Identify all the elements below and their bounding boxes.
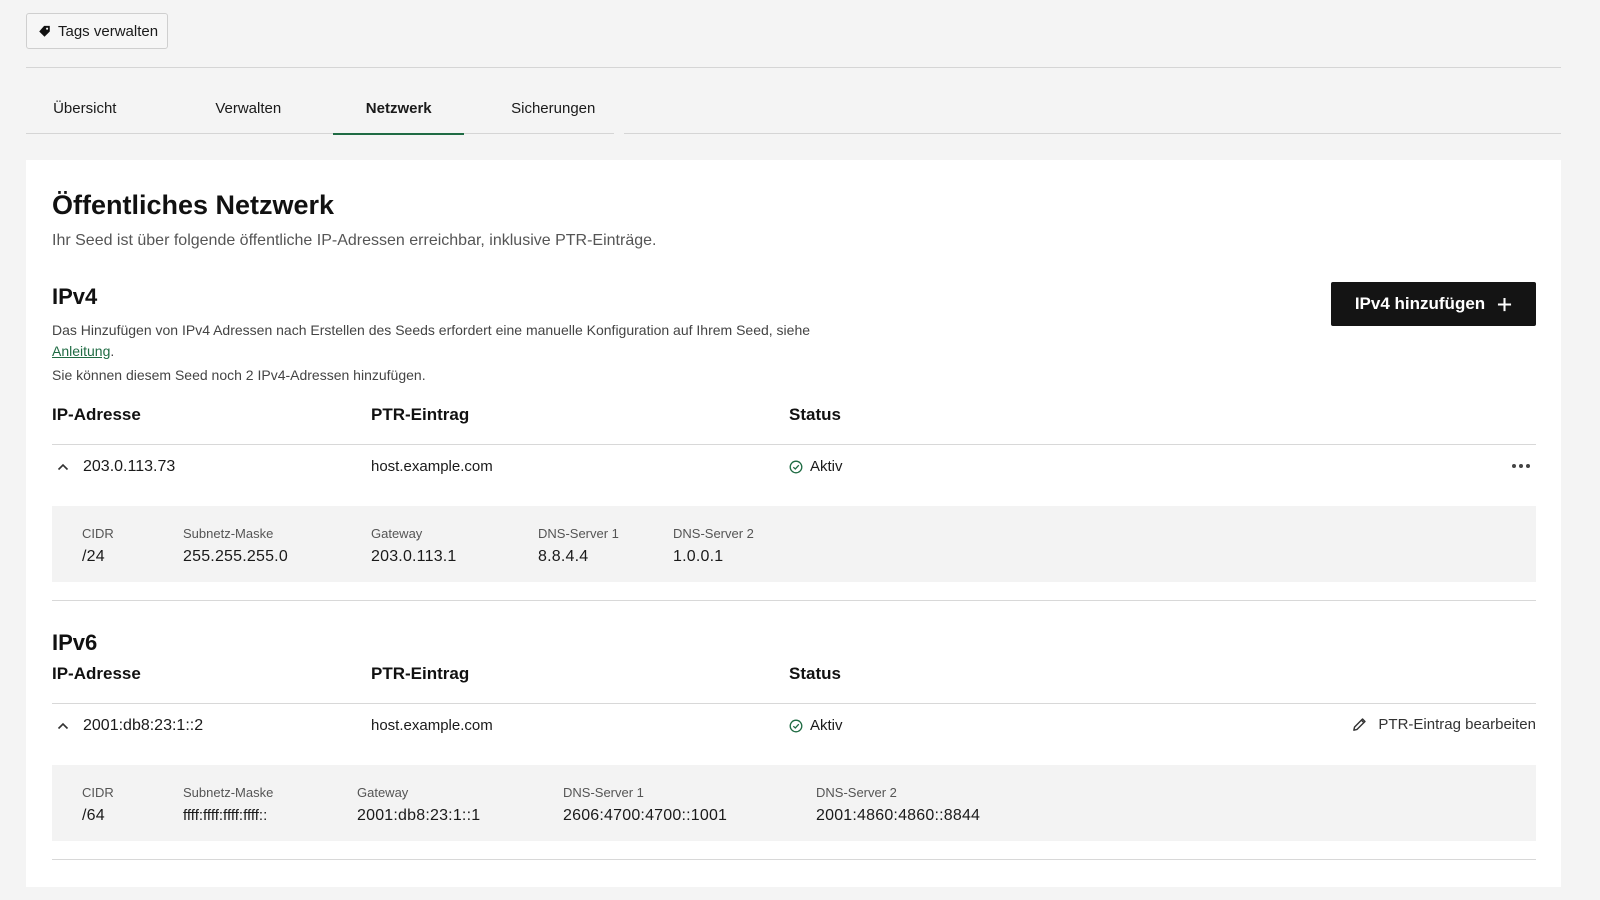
tags-manage-label: Tags verwalten [58,22,159,40]
ipv6-subnet-label: Subnetz-Maske [183,785,274,800]
page-subtitle: Ihr Seed ist über folgende öffentliche I… [52,232,657,249]
ipv6-ptr-value: host.example.com [371,717,493,734]
ipv6-status-text: Aktiv [810,717,843,734]
plus-icon [1498,297,1512,311]
ipv4-address: 203.0.113.73 [83,458,176,475]
add-ipv4-label: IPv4 hinzufügen [1354,294,1486,313]
ipv6-dns2-value: 2001:4860:4860::8844 [816,807,981,824]
section-divider [52,600,1536,601]
ipv4-status-text: Aktiv [810,458,843,475]
ipv6-row-toggle[interactable] [56,719,70,738]
ipv4-dns1-value: 8.8.4.4 [538,548,589,565]
ipv6-dns1-value: 2606:4700:4700::1001 [563,807,728,824]
ipv4-header-divider [52,444,1536,445]
ipv6-header-divider [52,703,1536,704]
ipv6-col-status: Status [789,664,841,683]
check-circle-icon [789,719,803,732]
ipv4-details: CIDR /24 Subnetz-Maske 255.255.255.0 Gat… [52,506,1536,582]
tab-backups[interactable]: Sicherungen [492,90,614,134]
ipv4-dns2-label: DNS-Server 2 [673,526,754,541]
tab-manage[interactable]: Verwalten [166,90,331,134]
ipv6-address: 2001:db8:23:1::2 [83,717,204,734]
ipv4-col-ptr: PTR-Eintrag [371,405,470,424]
ipv6-col-ptr: PTR-Eintrag [371,664,470,683]
pencil-icon [1353,718,1367,731]
page-title: Öffentliches Netzwerk [52,190,335,220]
tab-bar: Übersicht Verwalten Netzwerk Sicherungen [26,90,614,135]
chevron-up-icon [57,722,69,730]
ipv6-gateway-value: 2001:db8:23:1::1 [357,807,481,824]
ipv4-note: Das Hinzufügen von IPv4 Adressen nach Er… [52,320,932,362]
ipv6-gateway-label: Gateway [357,785,409,800]
ipv6-cidr-label: CIDR [82,785,114,800]
ipv4-gateway-label: Gateway [371,526,423,541]
ipv6-cidr-value: /64 [82,807,105,824]
ipv4-ptr-value: host.example.com [371,458,493,475]
ipv4-heading: IPv4 [52,284,98,309]
bottom-divider [52,859,1536,860]
ipv6-heading: IPv6 [52,630,98,655]
tab-overview-label: Übersicht [53,100,117,117]
ipv6-details: CIDR /64 Subnetz-Maske ffff:ffff:ffff:ff… [52,765,1536,841]
tab-backups-label: Sicherungen [511,100,596,117]
ipv6-dns1-label: DNS-Server 1 [563,785,644,800]
ipv6-status-badge: Aktiv [789,717,843,734]
ipv4-dns2-value: 1.0.0.1 [673,548,724,565]
guide-link[interactable]: Anleitung [52,343,110,359]
ipv4-remaining-text: Sie können diesem Seed noch 2 IPv4-Adres… [52,367,426,383]
header-divider [26,67,1561,68]
chevron-up-icon [57,463,69,471]
ipv4-row-toggle[interactable] [56,460,70,479]
tab-network[interactable]: Netzwerk [332,90,465,135]
ipv6-dns2-label: DNS-Server 2 [816,785,897,800]
ipv4-gateway-value: 203.0.113.1 [371,548,457,565]
ipv4-subnet-label: Subnetz-Maske [183,526,274,541]
edit-ptr-button[interactable]: PTR-Eintrag bearbeiten [1351,716,1536,733]
ipv4-dns1-label: DNS-Server 1 [538,526,619,541]
ipv4-col-status: Status [789,405,841,424]
tab-overview[interactable]: Übersicht [26,90,144,134]
ipv4-subnet-value: 255.255.255.0 [183,548,288,565]
ipv4-cidr-value: /24 [82,548,105,565]
check-circle-icon [789,460,803,473]
ipv4-status-badge: Aktiv [789,458,843,475]
tag-icon [39,25,50,37]
ipv4-note-end: . [110,343,115,359]
more-options-icon[interactable] [1512,464,1530,468]
ipv4-note-text: Das Hinzufügen von IPv4 Adressen nach Er… [52,322,811,338]
ipv6-col-ip: IP-Adresse [52,664,141,683]
public-network-panel: Öffentliches Netzwerk Ihr Seed ist über … [26,160,1561,887]
tab-manage-label: Verwalten [215,100,282,117]
ipv4-col-ip: IP-Adresse [52,405,141,424]
tab-network-label: Netzwerk [365,100,432,117]
ipv6-subnet-value: ffff:ffff:ffff:ffff:: [183,807,268,824]
tags-manage-button[interactable]: Tags verwalten [26,13,169,49]
ipv4-cidr-label: CIDR [82,526,114,541]
tabs-divider [624,133,1561,134]
edit-ptr-label: PTR-Eintrag bearbeiten [1378,716,1536,733]
add-ipv4-button[interactable]: IPv4 hinzufügen [1331,282,1536,326]
